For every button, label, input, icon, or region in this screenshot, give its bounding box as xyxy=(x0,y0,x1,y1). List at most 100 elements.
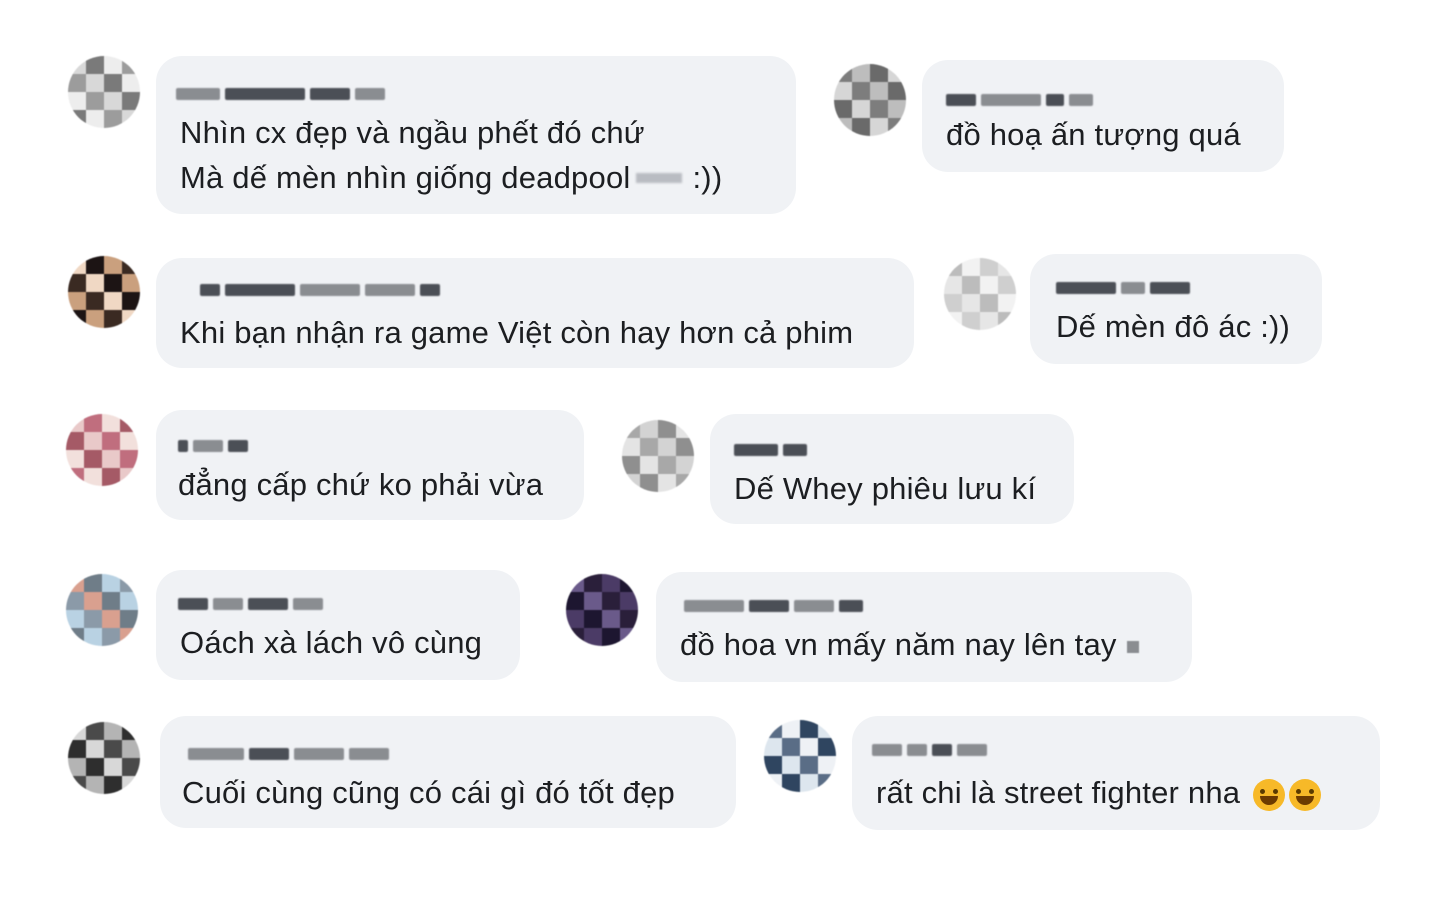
avatar-pixel xyxy=(66,414,84,432)
comment-text: Nhìn cx đẹp và ngầu phết đó chứ Mà dế mè… xyxy=(180,110,722,200)
avatar-pixel xyxy=(104,110,122,128)
commenter-name-redacted[interactable] xyxy=(178,438,248,454)
commenter-name-redacted[interactable] xyxy=(684,598,863,614)
avatar-pixel xyxy=(120,450,138,468)
avatar-pixel xyxy=(962,294,980,312)
avatar-pixel xyxy=(68,310,86,328)
commenter-name-redacted[interactable] xyxy=(946,92,1093,108)
avatar-pixel xyxy=(84,628,102,646)
commenter-name-redacted[interactable] xyxy=(188,746,389,762)
avatar[interactable] xyxy=(566,574,638,646)
avatar-pixel xyxy=(102,414,120,432)
avatar-pixel xyxy=(68,110,86,128)
commenter-name-redacted[interactable] xyxy=(872,742,987,758)
avatar-pixel xyxy=(66,432,84,450)
avatar-pixel xyxy=(622,474,640,492)
avatar[interactable] xyxy=(834,64,906,136)
avatar-pixel xyxy=(84,574,102,592)
comment-text: Dế Whey phiêu lưu kí xyxy=(734,471,1037,506)
avatar-pixel xyxy=(84,610,102,628)
avatar[interactable] xyxy=(68,256,140,328)
avatar-pixel xyxy=(764,738,782,756)
avatar-pixel xyxy=(764,720,782,738)
avatar[interactable] xyxy=(68,722,140,794)
avatar-pixel xyxy=(68,274,86,292)
avatar-pixel xyxy=(122,274,140,292)
commenter-name-redacted[interactable] xyxy=(178,596,323,612)
comment-bubble: đồ hoa vn mấy năm nay lên tay xyxy=(656,572,1192,682)
commenter-name-redacted[interactable] xyxy=(1056,280,1190,296)
avatar-pixel xyxy=(888,100,906,118)
avatar-pixel xyxy=(86,722,104,740)
avatar-pixel xyxy=(86,776,104,794)
avatar[interactable] xyxy=(944,258,1016,330)
avatar-pixel xyxy=(122,310,140,328)
avatar-pixel xyxy=(68,776,86,794)
avatar-pixel xyxy=(658,474,676,492)
avatar-pixel xyxy=(86,740,104,758)
avatar-pixel xyxy=(584,592,602,610)
avatar-pixel xyxy=(104,56,122,74)
avatar-pixel xyxy=(620,574,638,592)
avatar-pixel xyxy=(622,456,640,474)
avatar-pixel xyxy=(120,432,138,450)
avatar-pixel xyxy=(122,758,140,776)
avatar-pixel xyxy=(584,628,602,646)
avatar-pixel xyxy=(764,756,782,774)
avatar[interactable] xyxy=(66,414,138,486)
laughing-emoji-icon xyxy=(1289,778,1322,811)
commenter-name-redacted[interactable] xyxy=(734,442,807,458)
avatar-pixel xyxy=(622,438,640,456)
avatar-pixel xyxy=(870,100,888,118)
avatar-pixel xyxy=(68,758,86,776)
avatar-pixel xyxy=(852,82,870,100)
avatar-pixel xyxy=(122,110,140,128)
comment-bubble: rất chi là street fighter nha xyxy=(852,716,1380,830)
comment-bubble: đẳng cấp chứ ko phải vừa xyxy=(156,410,584,520)
avatar-pixel xyxy=(104,740,122,758)
commenter-name-redacted[interactable] xyxy=(200,282,440,298)
avatar-pixel xyxy=(800,720,818,738)
avatar-pixel xyxy=(602,610,620,628)
avatar-pixel xyxy=(84,432,102,450)
avatar-pixel xyxy=(870,82,888,100)
avatar-pixel xyxy=(658,456,676,474)
avatar-pixel xyxy=(658,438,676,456)
avatar-pixel xyxy=(68,256,86,274)
avatar-pixel xyxy=(86,74,104,92)
comment-bubble: Dế mèn đô ác :)) xyxy=(1030,254,1322,364)
avatar-pixel xyxy=(962,312,980,330)
comment-text-segment: đồ hoa vn mấy năm nay lên tay xyxy=(680,627,1117,662)
avatar-pixel xyxy=(998,276,1016,294)
avatar-pixel xyxy=(104,758,122,776)
avatar-pixel xyxy=(888,118,906,136)
avatar-pixel xyxy=(640,474,658,492)
avatar-pixel xyxy=(104,292,122,310)
avatar-pixel xyxy=(104,256,122,274)
avatar-pixel xyxy=(602,592,620,610)
commenter-name-redacted[interactable] xyxy=(176,86,385,102)
avatar-pixel xyxy=(620,592,638,610)
avatar-pixel xyxy=(120,592,138,610)
comment-text: đẳng cấp chứ ko phải vừa xyxy=(178,467,544,502)
comment-text: đồ hoa vn mấy năm nay lên tay xyxy=(680,622,1139,667)
avatar-pixel xyxy=(640,420,658,438)
avatar-pixel xyxy=(84,450,102,468)
avatar-pixel xyxy=(818,738,836,756)
avatar-pixel xyxy=(102,574,120,592)
avatar-pixel xyxy=(944,294,962,312)
avatar[interactable] xyxy=(68,56,140,128)
avatar-pixel xyxy=(120,574,138,592)
avatar-pixel xyxy=(66,468,84,486)
avatar-pixel xyxy=(68,74,86,92)
avatar-pixel xyxy=(102,468,120,486)
avatar[interactable] xyxy=(764,720,836,792)
avatar[interactable] xyxy=(622,420,694,492)
comment-text-line: Mà dế mèn nhìn giống deadpool:)) xyxy=(180,155,722,200)
avatar-pixel xyxy=(66,574,84,592)
avatar-pixel xyxy=(800,774,818,792)
avatar-pixel xyxy=(888,82,906,100)
avatar-pixel xyxy=(834,100,852,118)
avatar[interactable] xyxy=(66,574,138,646)
comment-text: Cuối cùng cũng có cái gì đó tốt đẹp xyxy=(182,775,675,810)
